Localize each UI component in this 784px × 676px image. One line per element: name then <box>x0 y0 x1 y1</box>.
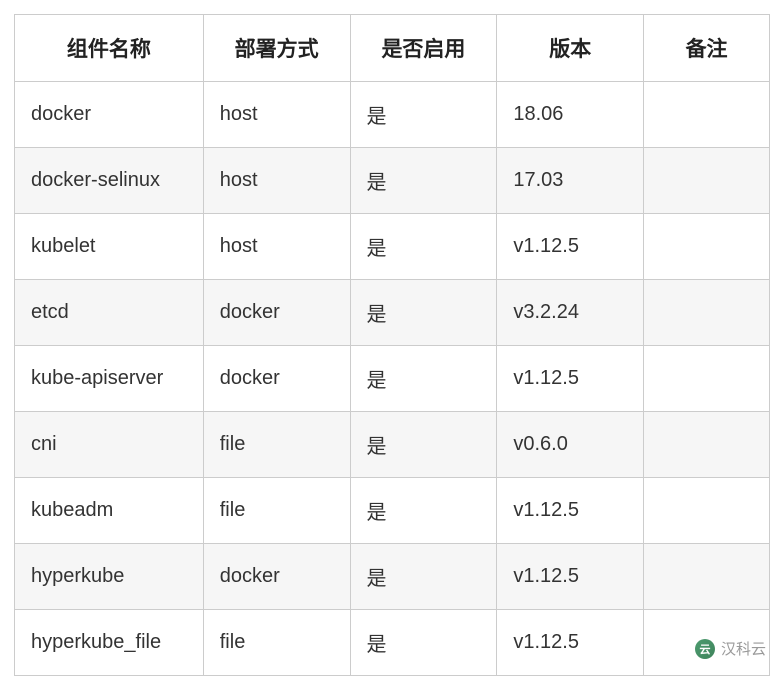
table-row: docker-selinux host 是 17.03 <box>15 148 770 214</box>
cell-name: cni <box>15 412 204 478</box>
cell-deploy: file <box>203 412 350 478</box>
cell-note <box>644 280 770 346</box>
cell-version: v3.2.24 <box>497 280 644 346</box>
cell-version: v1.12.5 <box>497 346 644 412</box>
watermark-text: 汉科云 <box>721 638 766 659</box>
cell-name: hyperkube_file <box>15 610 204 676</box>
col-header-note: 备注 <box>644 15 770 82</box>
cell-version: v1.12.5 <box>497 478 644 544</box>
cell-deploy: docker <box>203 280 350 346</box>
cell-name: kubelet <box>15 214 204 280</box>
table-row: kubelet host 是 v1.12.5 <box>15 214 770 280</box>
cell-name: docker <box>15 82 204 148</box>
table-row: kubeadm file 是 v1.12.5 <box>15 478 770 544</box>
cell-version: v1.12.5 <box>497 214 644 280</box>
cell-note <box>644 148 770 214</box>
table-row: docker host 是 18.06 <box>15 82 770 148</box>
col-header-name: 组件名称 <box>15 15 204 82</box>
cell-deploy: docker <box>203 346 350 412</box>
cell-note <box>644 544 770 610</box>
cell-enabled: 是 <box>350 82 497 148</box>
cell-enabled: 是 <box>350 214 497 280</box>
cell-version: 18.06 <box>497 82 644 148</box>
cell-name: kubeadm <box>15 478 204 544</box>
table-row: etcd docker 是 v3.2.24 <box>15 280 770 346</box>
cell-deploy: file <box>203 610 350 676</box>
cell-enabled: 是 <box>350 280 497 346</box>
cell-version: v1.12.5 <box>497 544 644 610</box>
cell-enabled: 是 <box>350 478 497 544</box>
cell-note <box>644 346 770 412</box>
cell-version: 17.03 <box>497 148 644 214</box>
col-header-version: 版本 <box>497 15 644 82</box>
watermark: 云 汉科云 <box>695 638 766 659</box>
cell-name: kube-apiserver <box>15 346 204 412</box>
table-row: kube-apiserver docker 是 v1.12.5 <box>15 346 770 412</box>
cell-enabled: 是 <box>350 148 497 214</box>
cell-enabled: 是 <box>350 610 497 676</box>
col-header-deploy: 部署方式 <box>203 15 350 82</box>
cell-note <box>644 82 770 148</box>
cell-name: docker-selinux <box>15 148 204 214</box>
cell-note <box>644 412 770 478</box>
cell-version: v1.12.5 <box>497 610 644 676</box>
table-header-row: 组件名称 部署方式 是否启用 版本 备注 <box>15 15 770 82</box>
cell-name: hyperkube <box>15 544 204 610</box>
cell-note <box>644 478 770 544</box>
watermark-logo-icon: 云 <box>695 639 715 659</box>
table-row: cni file 是 v0.6.0 <box>15 412 770 478</box>
components-table: 组件名称 部署方式 是否启用 版本 备注 docker host 是 18.06… <box>14 14 770 676</box>
cell-version: v0.6.0 <box>497 412 644 478</box>
cell-enabled: 是 <box>350 346 497 412</box>
cell-note <box>644 214 770 280</box>
table-row: hyperkube docker 是 v1.12.5 <box>15 544 770 610</box>
cell-deploy: host <box>203 82 350 148</box>
cell-name: etcd <box>15 280 204 346</box>
cell-deploy: host <box>203 214 350 280</box>
cell-deploy: host <box>203 148 350 214</box>
col-header-enabled: 是否启用 <box>350 15 497 82</box>
cell-deploy: file <box>203 478 350 544</box>
cell-deploy: docker <box>203 544 350 610</box>
cell-enabled: 是 <box>350 412 497 478</box>
cell-enabled: 是 <box>350 544 497 610</box>
table-row: hyperkube_file file 是 v1.12.5 <box>15 610 770 676</box>
